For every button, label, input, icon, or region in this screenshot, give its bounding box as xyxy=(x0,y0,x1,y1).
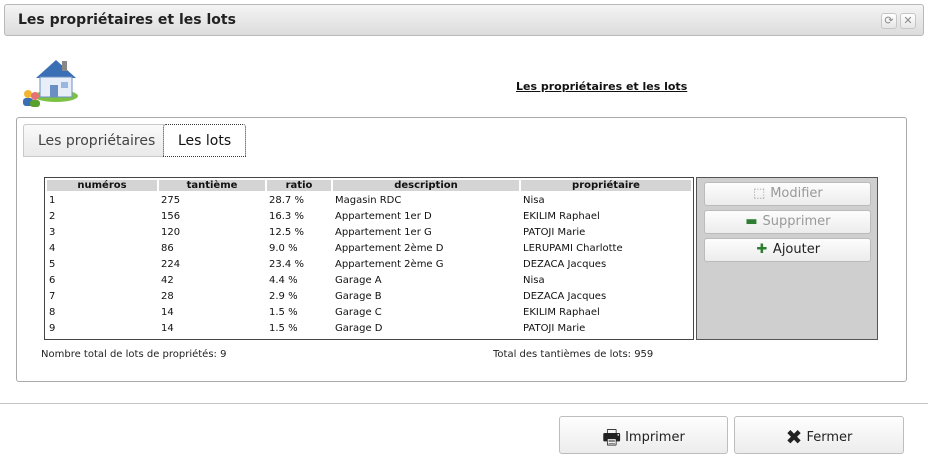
close-x-icon: ✖ xyxy=(785,425,803,449)
column-header[interactable]: tantième xyxy=(159,180,265,191)
table-cell: 28 xyxy=(161,290,174,302)
tab-proprietaires[interactable]: Les propriétaires xyxy=(23,124,171,157)
plus-icon: ✚ xyxy=(756,242,768,257)
table-cell: 275 xyxy=(161,194,181,206)
lots-table: numéros tantième ratio description propr… xyxy=(44,177,694,340)
table-cell: 28.7 % xyxy=(269,194,304,206)
table-cell: Appartement 1er G xyxy=(335,226,432,238)
table-row[interactable]: 5 224 23.4 % Appartement 2ème G DEZACA Jacqu… xyxy=(47,257,691,271)
column-header[interactable]: description xyxy=(333,180,519,191)
table-cell: Garage C xyxy=(335,306,382,318)
table-cell: PATOJI Marie xyxy=(523,322,586,334)
table-row[interactable]: 3 120 12.5 % Appartement 1er G PATOJI Marie xyxy=(47,225,691,239)
actions-panel: ⬚ Modifier ▬ Supprimer ✚ Ajouter xyxy=(696,177,878,340)
window-title: Les propriétaires et les lots xyxy=(18,12,236,28)
table-cell: 4.4 % xyxy=(269,274,298,286)
table-cell: 6 xyxy=(49,274,56,286)
table-cell: Magasin RDC xyxy=(335,194,402,206)
refresh-icon[interactable]: ⟳ xyxy=(881,13,897,29)
total-tantiemes-text: Total des tantièmes de lots: 959 xyxy=(493,349,654,360)
dialog-window: Les propriétaires et les lots ⟳ ✕ Les pr… xyxy=(0,0,928,475)
table-cell: LERUPAMI Charlotte xyxy=(523,242,623,254)
table-cell: DEZACA Jacques xyxy=(523,290,607,302)
modify-label: Modifier xyxy=(770,186,823,201)
table-cell: Garage B xyxy=(335,290,382,302)
table-cell: Garage A xyxy=(335,274,382,286)
table-cell: Appartement 2ème D xyxy=(335,242,444,254)
table-header-row: numéros tantième ratio description propr… xyxy=(47,180,691,191)
title-bar: Les propriétaires et les lots ⟳ ✕ xyxy=(4,4,924,36)
total-lots-text: Nombre total de lots de propriétés: 9 xyxy=(41,349,227,360)
tab-lots[interactable]: Les lots xyxy=(163,124,247,157)
printer-icon: 🖶 xyxy=(602,425,622,449)
table-cell: Nisa xyxy=(523,274,545,286)
table-row[interactable]: 2 156 16.3 % Appartement 1er D EKILIM Raphae… xyxy=(47,209,691,223)
edit-icon: ⬚ xyxy=(753,186,766,201)
table-row[interactable]: 4 86 9.0 % Appartement 2ème D LERUPAMI Charl… xyxy=(47,241,691,255)
table-cell: EKILIM Raphael xyxy=(523,210,600,222)
column-header[interactable]: propriétaire xyxy=(521,180,691,191)
table-row[interactable]: 9 14 1.5 % Garage D PATOJI Marie xyxy=(47,321,691,335)
print-button[interactable]: 🖶 Imprimer xyxy=(559,416,728,454)
table-cell: 1.5 % xyxy=(269,306,298,318)
table-cell: 86 xyxy=(161,242,174,254)
page-heading: Les propriétaires et les lots xyxy=(516,80,688,93)
table-cell: Appartement 2ème G xyxy=(335,258,444,270)
column-header[interactable]: numéros xyxy=(47,180,157,191)
table-cell: 2.9 % xyxy=(269,290,298,302)
table-cell: PATOJI Marie xyxy=(523,226,586,238)
table-cell: 12.5 % xyxy=(269,226,304,238)
add-button[interactable]: ✚ Ajouter xyxy=(704,238,871,262)
modify-button[interactable]: ⬚ Modifier xyxy=(704,182,871,206)
table-cell: Nisa xyxy=(523,194,545,206)
minus-icon: ▬ xyxy=(745,214,758,229)
delete-button[interactable]: ▬ Supprimer xyxy=(704,210,871,234)
print-label: Imprimer xyxy=(625,430,685,445)
close-icon[interactable]: ✕ xyxy=(900,13,916,29)
table-cell: 120 xyxy=(161,226,181,238)
table-cell: 16.3 % xyxy=(269,210,304,222)
table-cell: 8 xyxy=(49,306,56,318)
house-owners-icon xyxy=(23,60,78,107)
table-cell: 224 xyxy=(161,258,181,270)
table-cell: 3 xyxy=(49,226,56,238)
table-cell: Appartement 1er D xyxy=(335,210,432,222)
table-cell: 23.4 % xyxy=(269,258,304,270)
delete-label: Supprimer xyxy=(762,214,831,229)
table-cell: 14 xyxy=(161,306,174,318)
table-cell: 14 xyxy=(161,322,174,334)
add-label: Ajouter xyxy=(772,242,821,257)
table-row[interactable]: 6 42 4.4 % Garage A Nisa xyxy=(47,273,691,287)
table-cell: 9.0 % xyxy=(269,242,298,254)
table-cell: 9 xyxy=(49,322,56,334)
close-label: Fermer xyxy=(806,430,853,445)
column-header[interactable]: ratio xyxy=(267,180,331,191)
table-row[interactable]: 1 275 28.7 % Magasin RDC Nisa xyxy=(47,193,691,207)
table-cell: 156 xyxy=(161,210,181,222)
table-cell: 1.5 % xyxy=(269,322,298,334)
table-cell: 2 xyxy=(49,210,56,222)
table-row[interactable]: 7 28 2.9 % Garage B DEZACA Jacques xyxy=(47,289,691,303)
table-cell: EKILIM Raphael xyxy=(523,306,600,318)
table-cell: Garage D xyxy=(335,322,383,334)
table-cell: DEZACA Jacques xyxy=(523,258,607,270)
table-cell: 4 xyxy=(49,242,56,254)
table-cell: 42 xyxy=(161,274,174,286)
table-cell: 1 xyxy=(49,194,56,206)
table-cell: 7 xyxy=(49,290,56,302)
divider xyxy=(0,403,928,404)
table-row[interactable]: 8 14 1.5 % Garage C EKILIM Raphael xyxy=(47,305,691,319)
table-cell: 5 xyxy=(49,258,56,270)
close-button[interactable]: ✖ Fermer xyxy=(734,416,904,454)
